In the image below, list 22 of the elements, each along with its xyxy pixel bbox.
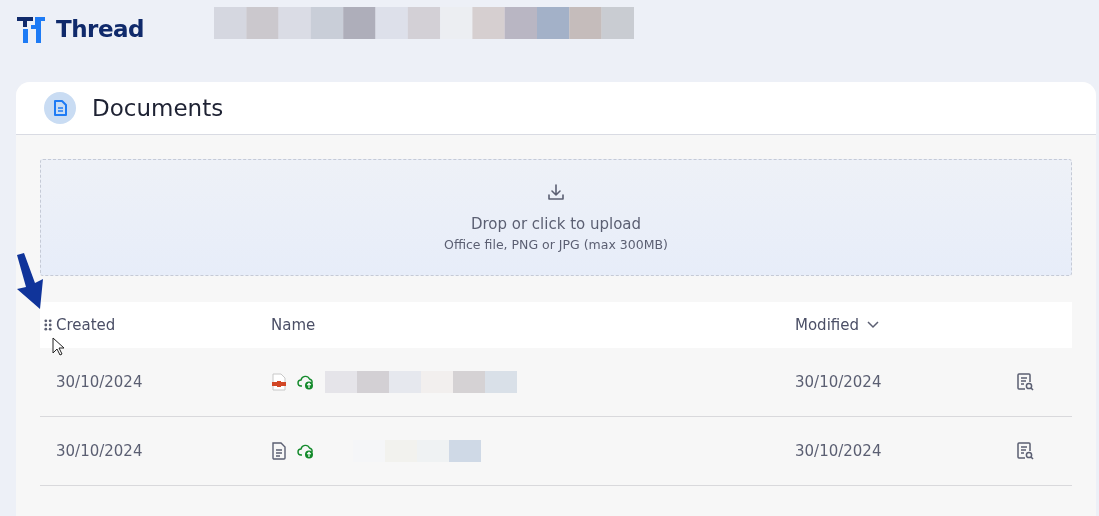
logo-icon xyxy=(16,15,46,45)
column-header[interactable]: Name xyxy=(271,316,316,334)
download-icon xyxy=(546,183,566,203)
upload-hint: Office file, PNG or JPG (max 300MB) xyxy=(444,237,668,252)
document-search-icon[interactable] xyxy=(1015,441,1035,461)
document-search-icon[interactable] xyxy=(1015,372,1035,392)
table-cell: 30/10/2024 xyxy=(795,442,882,460)
page-title: Documents xyxy=(92,95,224,121)
column-header[interactable]: Modified xyxy=(795,316,859,334)
table-cell: 30/10/2024 xyxy=(795,373,882,391)
table-cell: 30/10/2024 xyxy=(56,373,143,391)
cloud-upload-icon xyxy=(297,443,315,459)
upload-title: Drop or click to upload xyxy=(470,215,642,233)
chevron-down-icon[interactable] xyxy=(867,321,879,329)
brand-name: Thread xyxy=(56,16,144,42)
column-header[interactable]: Created xyxy=(56,316,116,334)
table-cell: 30/10/2024 xyxy=(56,442,143,460)
cloud-upload-icon xyxy=(297,374,315,390)
arrow-icon xyxy=(14,253,46,309)
document-icon xyxy=(44,92,76,124)
drag-handle-icon[interactable] xyxy=(44,319,52,331)
upload-dropzone[interactable]: Drop or click to upload Office file, PNG or JPG (max 300MB) xyxy=(40,159,1072,276)
